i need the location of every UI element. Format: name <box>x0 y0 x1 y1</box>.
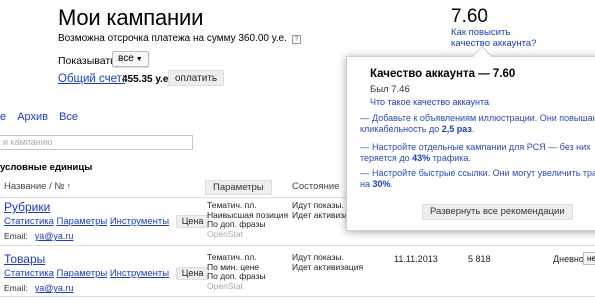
how-to-improve-link[interactable]: Как повысить качество аккаунта? <box>451 27 551 49</box>
daily-budget-select[interactable]: не <box>583 252 595 265</box>
show-filter-label: Показывать: <box>58 55 119 67</box>
previous-score: Был 7.46 <box>370 84 410 95</box>
campaign-actions: Статистика Параметры Инструменты Цена <box>4 215 210 228</box>
price-button[interactable]: Цена <box>175 267 210 280</box>
units-label: условные единицы <box>0 162 93 173</box>
tab-active[interactable]: е <box>0 111 6 123</box>
account-balance: 455.35 у.е. <box>122 74 172 85</box>
sort-arrow-icon: ↑ <box>66 181 72 191</box>
show-filter-select[interactable]: все ▼ <box>112 51 149 67</box>
campaign-count: 5 818 <box>468 254 491 264</box>
column-header-state[interactable]: Состояние <box>292 181 339 192</box>
common-account-link[interactable]: Общий счет: <box>58 73 125 85</box>
campaign-actions: Статистика Параметры Инструменты Цена <box>4 267 210 280</box>
arrow-up-icon: ↑ <box>484 13 489 24</box>
recommendation-item[interactable]: — Настройте быстрые ссылки. Они могут уве… <box>360 168 595 190</box>
campaign-strategy: Тематич. пл. Наивысшая позиция По доп. ф… <box>207 200 289 239</box>
tools-link[interactable]: Инструменты <box>110 216 169 227</box>
column-header-params[interactable]: Параметры <box>205 180 272 195</box>
pay-button[interactable]: оплатить <box>168 70 225 86</box>
campaign-search-input[interactable]: и кампанию <box>0 135 193 150</box>
stats-link[interactable]: Статистика <box>4 268 54 279</box>
account-quality-score: 7.60 <box>451 6 488 27</box>
tab-archive[interactable]: Архив <box>17 111 48 123</box>
email-link[interactable]: ya@ya.ru <box>35 231 74 241</box>
recommendation-item[interactable]: — Добавьте к объявлениям иллюстрации. Они… <box>360 113 595 135</box>
campaign-start-date: 11.11.2013 <box>394 254 438 264</box>
tab-all[interactable]: Все <box>59 111 78 123</box>
params-link[interactable]: Параметры <box>57 268 108 279</box>
email-link[interactable]: ya@ya.ru <box>35 283 74 293</box>
campaign-email: Email: ya@ya.ru <box>4 283 74 293</box>
stats-link[interactable]: Статистика <box>4 216 54 227</box>
tools-link[interactable]: Инструменты <box>110 268 169 279</box>
campaign-state: Идут показы. Идет активизация <box>292 252 364 272</box>
campaign-strategy: Тематич. пл. По мин. цене По доп. фразы … <box>207 252 266 291</box>
column-header-name[interactable]: Название / № ↑ <box>4 181 71 192</box>
campaign-name-link[interactable]: Рубрики <box>4 200 50 214</box>
chevron-down-icon: ▼ <box>135 56 143 63</box>
params-link[interactable]: Параметры <box>57 216 108 227</box>
row-divider <box>0 245 595 246</box>
payment-deferral-text: Возможна отсрочка платежа на сумму 360.0… <box>58 33 301 44</box>
expand-recommendations-button[interactable]: Развернуть все рекомендации <box>422 204 573 220</box>
popup-title: Качество аккаунта — 7.60 <box>370 68 516 80</box>
price-button[interactable]: Цена <box>175 215 210 228</box>
page-title: Мои кампании <box>58 5 204 30</box>
campaign-email: Email: ya@ya.ru <box>4 231 74 241</box>
campaign-filter-tabs: е Архив Все <box>0 111 86 123</box>
what-is-quality-link[interactable]: Что такое качество аккаунта <box>370 97 489 107</box>
row-divider <box>0 296 595 297</box>
recommendation-item[interactable]: — Настройте отдельные кампании для РСЯ — … <box>360 142 595 164</box>
campaign-name-link[interactable]: Товары <box>4 252 45 266</box>
help-icon[interactable]: ? <box>291 35 301 44</box>
